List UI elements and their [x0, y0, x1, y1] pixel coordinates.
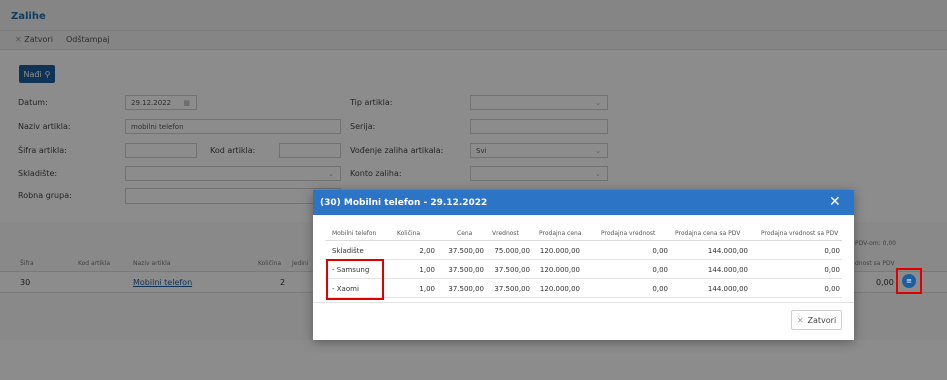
- mrow-pcena: 120.000,00: [539, 266, 580, 274]
- mcol-pvrednostpdv: Prodajna vrednost sa PDV: [761, 230, 839, 237]
- mcol-pvrednost: Prodajna vrednost: [601, 230, 656, 237]
- mrow-pcena: 120.000,00: [539, 247, 580, 255]
- mcol-pcena: Prodajna cena: [539, 230, 582, 237]
- mrow-vrednost: 75.000,00: [494, 247, 530, 255]
- mrow-vrednost: 37.500,00: [494, 285, 530, 293]
- mrow-pvrednostpdv: 0,00: [824, 266, 840, 274]
- mcol-cena: Cena: [457, 230, 473, 237]
- list-item: Skladište 2,00 37.500,00 75.000,00 120.0…: [325, 243, 842, 260]
- mrow-cena: 37.500,00: [448, 266, 484, 274]
- close-icon[interactable]: ✕: [829, 195, 841, 209]
- mcol-name: Mobilni telefon: [332, 230, 377, 237]
- list-item: - Xaomi 1,00 37.500,00 37.500,00 120.000…: [325, 281, 842, 298]
- mrow-pcenapdv: 144.000,00: [707, 247, 748, 255]
- mcol-kolicina: Količina: [397, 230, 421, 237]
- mrow-pvrednostpdv: 0,00: [824, 285, 840, 293]
- mrow-pcenapdv: 144.000,00: [707, 285, 748, 293]
- mcol-vrednost: Vrednost: [492, 230, 519, 237]
- highlight-view-button: [896, 268, 922, 294]
- modal-footer-divider: [313, 302, 854, 303]
- mrow-vrednost: 37.500,00: [494, 266, 530, 274]
- modal-title: (30) Mobilni telefon - 29.12.2022: [320, 198, 488, 208]
- mrow-name: Skladište: [332, 247, 364, 255]
- mrow-pvrednostpdv: 0,00: [824, 247, 840, 255]
- detail-modal: (30) Mobilni telefon - 29.12.2022 ✕ Mobi…: [313, 190, 854, 340]
- mrow-cena: 37.500,00: [448, 285, 484, 293]
- mrow-pcenapdv: 144.000,00: [707, 266, 748, 274]
- close-button[interactable]: ✕ Zatvori: [791, 310, 842, 330]
- highlight-subitems: [326, 259, 384, 300]
- mcol-pcenapdv: Prodajna cena sa PDV: [675, 230, 741, 237]
- mrow-kolicina: 1,00: [419, 285, 435, 293]
- mrow-cena: 37.500,00: [448, 247, 484, 255]
- modal-divider: [325, 240, 842, 241]
- mrow-pvrednost: 0,00: [652, 247, 668, 255]
- close-icon: ✕: [796, 315, 804, 325]
- list-item: - Samsung 1,00 37.500,00 37.500,00 120.0…: [325, 262, 842, 279]
- mrow-kolicina: 2,00: [419, 247, 435, 255]
- mrow-pvrednost: 0,00: [652, 266, 668, 274]
- mrow-pcena: 120.000,00: [539, 285, 580, 293]
- close-button-label: Zatvori: [807, 315, 837, 325]
- mrow-pvrednost: 0,00: [652, 285, 668, 293]
- mrow-kolicina: 1,00: [419, 266, 435, 274]
